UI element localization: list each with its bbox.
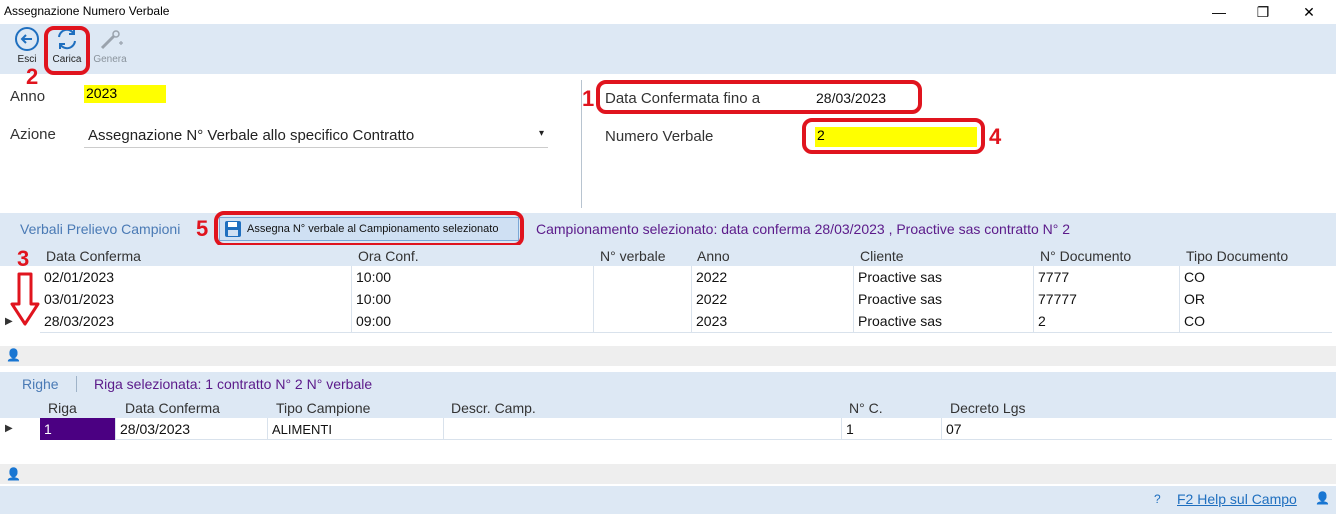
cell-documento: 2 <box>1034 310 1180 332</box>
col-riga[interactable]: Riga <box>48 400 77 416</box>
annotation-number-2: 2 <box>26 64 39 89</box>
cell-tipo: CO <box>1184 313 1205 329</box>
cell-cliente: Proactive sas <box>854 266 1034 288</box>
cell-anno: 2023 <box>692 310 854 332</box>
toolbar <box>0 24 1336 74</box>
cell-data: 02/01/2023 <box>40 266 352 288</box>
table-row-selected[interactable]: 1 28/03/2023 ALIMENTI 1 07 <box>40 418 1332 440</box>
data-confermata-label: Data Confermata fino a <box>605 90 761 107</box>
genera-label: Genera <box>93 54 127 65</box>
annotation-number-4: 4 <box>989 124 1002 149</box>
verbali-footer-band <box>0 346 1336 366</box>
cell-n-c: 1 <box>842 418 942 440</box>
table-row-selected[interactable]: 28/03/2023 09:00 2023 Proactive sas 2 CO <box>40 310 1332 333</box>
help-link[interactable]: F2 Help sul Campo <box>1177 491 1297 507</box>
annotation-box-carica <box>44 26 90 75</box>
col-ora-conf[interactable]: Ora Conf. <box>358 248 419 264</box>
col-tipo-documento[interactable]: Tipo Documento <box>1186 248 1288 264</box>
annotation-number-5: 5 <box>196 216 209 241</box>
col-n-c[interactable]: N° C. <box>849 400 883 416</box>
cell-tipo: OR <box>1184 291 1205 307</box>
close-button[interactable]: ✕ <box>1286 0 1332 24</box>
cell-ora: 09:00 <box>352 310 594 332</box>
cell-cliente: Proactive sas <box>854 288 1034 310</box>
col-cliente[interactable]: Cliente <box>860 248 904 264</box>
cell-ora: 10:00 <box>352 288 594 310</box>
riga-selected-info: Riga selezionata: 1 contratto N° 2 N° ve… <box>94 376 373 392</box>
cell-data: 03/01/2023 <box>40 288 352 310</box>
help-icon: ? <box>1154 492 1161 506</box>
maximize-button[interactable]: ❐ <box>1240 0 1286 24</box>
cell-tipo: CO <box>1184 269 1205 285</box>
magic-wand-icon <box>100 30 123 50</box>
cell-data: 28/03/2023 <box>116 418 268 440</box>
campionamento-selected-info: Campionamento selezionato: data conferma… <box>536 221 1071 237</box>
cell-descr <box>444 418 842 440</box>
minimize-button[interactable]: — <box>1196 0 1242 24</box>
col-tipo-campione[interactable]: Tipo Campione <box>276 400 370 416</box>
annotation-number-3: 3 <box>17 246 30 271</box>
dropdown-arrow-icon[interactable]: ▾ <box>539 128 544 139</box>
verbali-header-row <box>0 245 1336 266</box>
user-icon[interactable]: 👤 <box>1315 491 1330 505</box>
col-n-documento[interactable]: N° Documento <box>1040 248 1131 264</box>
cell-cliente: Proactive sas <box>854 310 1034 332</box>
user-icon[interactable]: 👤 <box>6 467 21 481</box>
righe-divider <box>76 376 77 392</box>
col-descr-camp[interactable]: Descr. Camp. <box>451 400 536 416</box>
cell-documento: 7777 <box>1034 266 1180 288</box>
cell-tipo-campione: ALIMENTI <box>268 418 444 440</box>
cell-verbale <box>594 266 692 288</box>
annotation-box-assegna <box>214 211 524 247</box>
cell-anno: 2022 <box>692 288 854 310</box>
righe-section-label: Righe <box>22 376 59 392</box>
annotation-box-numero <box>802 118 985 154</box>
exit-icon <box>15 27 39 51</box>
table-row[interactable]: 02/01/2023 10:00 2022 Proactive sas 7777… <box>40 266 1332 289</box>
data-confermata-value[interactable]: 28/03/2023 <box>816 90 886 106</box>
azione-dropdown[interactable]: Assegnazione N° Verbale allo specifico C… <box>84 124 548 148</box>
cell-ora: 10:00 <box>352 266 594 288</box>
cell-decreto: 07 <box>946 421 962 437</box>
col-decreto-lgs[interactable]: Decreto Lgs <box>950 400 1025 416</box>
cell-anno: 2022 <box>692 266 854 288</box>
title-bar <box>0 0 1336 24</box>
annotation-arrow-icon <box>10 272 40 326</box>
anno-label: Anno <box>10 88 46 105</box>
azione-label: Azione <box>10 126 56 143</box>
righe-footer-band <box>0 464 1336 484</box>
anno-field[interactable]: 2023 <box>84 85 166 103</box>
row-pointer-icon: ▶ <box>5 423 13 434</box>
genera-button[interactable]: Genera <box>91 26 129 70</box>
cell-documento: 77777 <box>1034 288 1180 310</box>
verbali-section-label: Verbali Prelievo Campioni <box>20 221 181 237</box>
numero-verbale-label: Numero Verbale <box>605 128 714 145</box>
azione-value: Assegnazione N° Verbale allo specifico C… <box>88 127 415 144</box>
status-bar <box>0 486 1336 514</box>
cell-verbale <box>594 310 692 332</box>
table-row[interactable]: 03/01/2023 10:00 2022 Proactive sas 7777… <box>40 288 1332 311</box>
cell-data: 28/03/2023 <box>40 310 352 332</box>
col-righe-data-conferma[interactable]: Data Conferma <box>125 400 220 416</box>
col-data-conferma[interactable]: Data Conferma <box>46 248 141 264</box>
cell-riga: 1 <box>40 418 116 440</box>
col-n-verbale[interactable]: N° verbale <box>600 248 666 264</box>
annotation-number-1: 1 <box>582 86 595 111</box>
col-anno[interactable]: Anno <box>697 248 730 264</box>
cell-verbale <box>594 288 692 310</box>
window-title: Assegnazione Numero Verbale <box>4 4 170 18</box>
user-icon[interactable]: 👤 <box>6 348 21 362</box>
